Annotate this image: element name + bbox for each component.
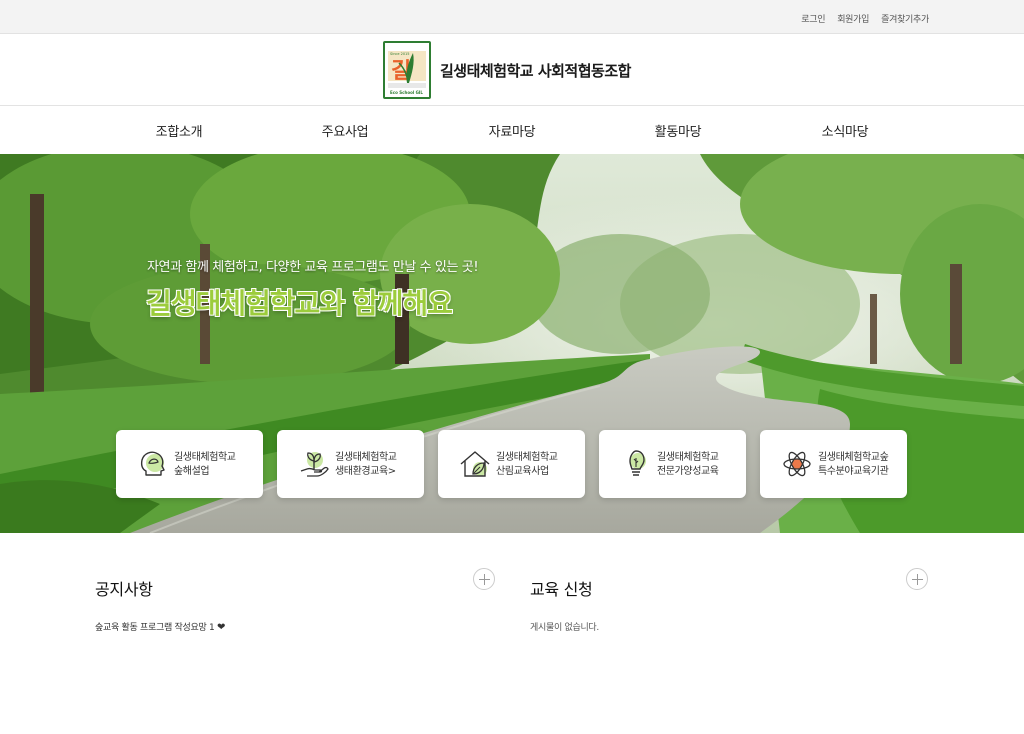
notice-more-button[interactable]: [473, 568, 495, 590]
card-subtitle: 숲해설업: [174, 466, 210, 477]
lightbulb-icon: [619, 447, 653, 481]
card-title: 길생태체험학교: [174, 452, 236, 463]
notice-section: 공지사항 숲교육 활동 프로그램 작성요망 1 ❤: [95, 566, 495, 686]
card-title: 길생태체험학교숲: [818, 452, 889, 463]
service-card-expert-training[interactable]: 길생태체험학교 전문가양성교육: [599, 430, 746, 498]
card-text: 길생태체험학교 생태환경교육>: [335, 451, 397, 479]
card-subtitle: 특수분야교육기관: [818, 466, 889, 477]
card-title: 길생태체험학교: [657, 452, 719, 463]
education-section: 교육 신청 게시물이 없습니다.: [530, 566, 928, 686]
top-utility-bar: 로그인 회원가입 즐겨찾기추가: [0, 0, 1024, 34]
service-card-special-institution[interactable]: 길생태체험학교숲 특수분야교육기관: [760, 430, 907, 498]
card-text: 길생태체험학교숲 특수분야교육기관: [818, 451, 889, 479]
nav-item-business[interactable]: 주요사업: [295, 121, 395, 140]
site-title[interactable]: 길생태체험학교 사회적협동조합: [440, 60, 631, 81]
card-title: 길생태체험학교: [496, 452, 558, 463]
card-text: 길생태체험학교 전문가양성교육: [657, 451, 719, 479]
hand-sprout-icon: [297, 447, 331, 481]
nav-item-news[interactable]: 소식마당: [795, 121, 895, 140]
hero-subtitle: 자연과 함께 체험하고, 다양한 교육 프로그램도 만날 수 있는 곳!: [147, 260, 479, 275]
heart-icon: ❤: [216, 622, 226, 633]
atom-icon: [780, 447, 814, 481]
site-header: Since 2015 길 Eco School GIL 길생태체험학교 사회적협…: [0, 34, 1024, 106]
notice-title: 공지사항: [95, 580, 153, 599]
login-link[interactable]: 로그인: [801, 12, 825, 25]
logo-since: Since 2015: [390, 52, 410, 56]
site-logo[interactable]: Since 2015 길 Eco School GIL: [383, 41, 431, 99]
main-nav: 조합소개 주요사업 자료마당 활동마당 소식마당: [0, 106, 1024, 154]
notice-post-title: 숲교육 활동 프로그램 작성요망 1: [95, 623, 215, 633]
hero-banner: 자연과 함께 체험하고, 다양한 교육 프로그램도 만날 수 있는 곳! 길생태…: [0, 154, 1024, 533]
nav-item-resources[interactable]: 자료마당: [462, 121, 562, 140]
head-leaf-icon: [136, 447, 170, 481]
utility-links: 로그인 회원가입 즐겨찾기추가: [801, 12, 929, 25]
card-title: 길생태체험학교: [335, 452, 397, 463]
education-more-button[interactable]: [906, 568, 928, 590]
hero-headline: 길생태체험학교와 함께해요: [146, 287, 453, 320]
card-subtitle: 생태환경교육>: [335, 466, 396, 477]
card-text: 길생태체험학교 산림교육사업: [496, 451, 558, 479]
education-title: 교육 신청: [530, 580, 593, 599]
logo-tagline: Eco School GIL: [390, 90, 423, 95]
card-text: 길생태체험학교 숲해설업: [174, 451, 236, 479]
notice-post-item[interactable]: 숲교육 활동 프로그램 작성요망 1 ❤: [95, 620, 225, 633]
logo-icon: Since 2015 길 Eco School GIL: [388, 51, 426, 95]
card-subtitle: 전문가양성교육: [657, 466, 719, 477]
service-card-forest-education[interactable]: 길생태체험학교 산림교육사업: [438, 430, 585, 498]
card-subtitle: 산림교육사업: [496, 466, 549, 477]
bookmark-link[interactable]: 즐겨찾기추가: [881, 12, 929, 25]
nav-item-about[interactable]: 조합소개: [129, 121, 229, 140]
empty-message: 게시물이 없습니다.: [530, 623, 599, 633]
service-card-eco-education[interactable]: 길생태체험학교 생태환경교육>: [277, 430, 424, 498]
signup-link[interactable]: 회원가입: [837, 12, 869, 25]
nav-item-activities[interactable]: 활동마당: [628, 121, 728, 140]
service-card-forest-guide[interactable]: 길생태체험학교 숲해설업: [116, 430, 263, 498]
house-leaf-icon: [458, 447, 492, 481]
